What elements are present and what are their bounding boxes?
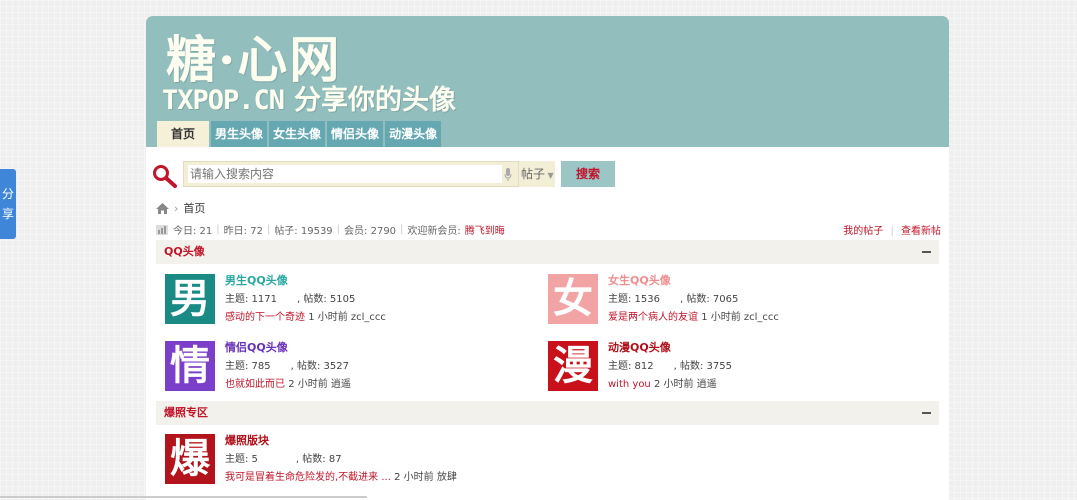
stat-members: 会员: 2790 <box>344 226 397 237</box>
last-post-title[interactable]: 感动的下一个奇迹 <box>225 312 305 323</box>
forum-threads: 主题: 1171 <box>225 294 277 305</box>
nav-item-home[interactable]: 首页 <box>157 121 210 147</box>
breadcrumb-separator-icon: › <box>174 201 179 215</box>
forum-last-post: 爱是两个病人的友谊 1 小时前 zcl_ccc <box>608 308 779 323</box>
search-button[interactable]: 搜索 <box>561 161 615 187</box>
divider: | <box>336 224 341 235</box>
my-posts-link[interactable]: 我的帖子 <box>843 226 883 237</box>
stat-posts: 帖子: 19539 <box>274 226 333 237</box>
chevron-down-icon: ▼ <box>545 171 554 180</box>
stat-today: 今日: 21 <box>173 226 213 237</box>
forum-thumbnail[interactable]: 爆 <box>165 434 215 484</box>
forum-name[interactable]: 动漫QQ头像 <box>608 339 671 355</box>
forum-counts: 主题: 5 , 帖数: 87 <box>225 450 342 465</box>
view-new-link[interactable]: 查看新帖 <box>901 226 941 237</box>
forum-item: 情 情侣QQ头像 主题: 785 , 帖数: 3527 也就如此而已 2 小时前 … <box>165 341 545 393</box>
forum-posts: , 帖数: 5105 <box>297 294 356 305</box>
forum-last-post: with you 2 小时前 逍遥 <box>608 375 717 390</box>
site-header: 糖·心网 TXPOP.CN 分享你的头像 首页 男生头像 女生头像 情侣头像 动漫… <box>146 16 949 147</box>
forum-posts: , 帖数: 87 <box>295 454 342 465</box>
forum-thumbnail[interactable]: 漫 <box>548 341 598 391</box>
last-post-title[interactable]: with you <box>608 379 651 390</box>
section-title[interactable]: 爆照专区 <box>164 406 208 419</box>
forum-thumbnail[interactable]: 女 <box>548 274 598 324</box>
stat-yesterday: 昨日: 72 <box>223 226 263 237</box>
forum-name[interactable]: 女生QQ头像 <box>608 272 671 288</box>
forum-thumbnail[interactable]: 男 <box>165 274 215 324</box>
forum-threads: 主题: 1536 <box>608 294 660 305</box>
search-icon <box>153 165 177 188</box>
forum-counts: 主题: 812 , 帖数: 3755 <box>608 357 732 372</box>
search-bar: 帖子 ▼ 搜索 <box>152 161 615 189</box>
forum-last-post: 感动的下一个奇迹 1 小时前 zcl_ccc <box>225 308 386 323</box>
main-nav: 首页 男生头像 女生头像 情侣头像 动漫头像 <box>157 121 443 147</box>
forum-item: 女 女生QQ头像 主题: 1536 , 帖数: 7065 爱是两个病人的友谊 1 … <box>548 274 928 326</box>
last-post-meta: 2 小时前 放肆 <box>394 472 457 483</box>
logo-tagline: 分享你的头像 <box>294 85 457 116</box>
forum-name[interactable]: 爆照版块 <box>225 432 269 448</box>
forum-posts: , 帖数: 3755 <box>673 361 732 372</box>
last-post-title[interactable]: 我可是冒着生命危险发的,不截进来 ... <box>225 472 391 483</box>
home-icon[interactable] <box>156 202 169 214</box>
stats-links: 我的帖子 | 查看新帖 <box>843 222 941 237</box>
share-label: 享 <box>1 207 14 221</box>
forum-counts: 主题: 1536 , 帖数: 7065 <box>608 290 738 305</box>
last-post-meta: 2 小时前 逍遥 <box>653 379 717 390</box>
forum-thumbnail[interactable]: 情 <box>165 341 215 391</box>
site-tagline: TXPOP.CN 分享你的头像 <box>162 78 456 117</box>
new-member-link[interactable]: 腾飞到晦 <box>465 222 505 237</box>
forum-threads: 主题: 785 <box>225 361 271 372</box>
last-post-meta: 1 小时前 zcl_ccc <box>308 312 386 323</box>
divider: | <box>400 224 404 235</box>
search-box <box>183 161 519 187</box>
section-header: 爆照专区 <box>156 401 939 425</box>
forum-last-post: 也就如此而已 2 小时前 逍遥 <box>225 375 351 390</box>
logo-domain: TXPOP.CN <box>162 85 285 116</box>
nav-item-couples[interactable]: 情侣头像 <box>327 121 384 147</box>
forum-stats: 今日: 21 | 昨日: 72 | 帖子: 19539 | 会员: 2790 |… <box>156 222 941 237</box>
collapse-icon[interactable] <box>922 251 931 253</box>
divider: | <box>890 226 894 237</box>
last-post-meta: 1 小时前 zcl_ccc <box>701 312 779 323</box>
horizontal-scrollbar[interactable] <box>0 496 367 498</box>
forum-counts: 主题: 785 , 帖数: 3527 <box>225 357 349 372</box>
forum-name[interactable]: 情侣QQ头像 <box>225 339 288 355</box>
breadcrumb: › 首页 <box>156 201 205 215</box>
forum-name[interactable]: 男生QQ头像 <box>225 272 288 288</box>
main-panel: 帖子 ▼ 搜索 › 首页 今日: 21 | 昨日: 72 <box>146 147 949 500</box>
collapse-icon[interactable] <box>922 412 931 414</box>
forum-item: 漫 动漫QQ头像 主题: 812 , 帖数: 3755 with you 2 小时… <box>548 341 928 393</box>
nav-item-boys[interactable]: 男生头像 <box>211 121 268 147</box>
last-post-title[interactable]: 爱是两个病人的友谊 <box>608 312 698 323</box>
share-label: 分 <box>1 187 14 201</box>
search-type-value: 帖子 <box>521 167 546 181</box>
share-side-tab[interactable]: 分 享 <box>0 169 16 239</box>
forum-last-post: 我可是冒着生命危险发的,不截进来 ... 2 小时前 放肆 <box>225 468 457 483</box>
forum-posts: , 帖数: 3527 <box>290 361 349 372</box>
section-header: QQ头像 <box>156 240 939 264</box>
forum-item: 爆 爆照版块 主题: 5 , 帖数: 87 我可是冒着生命危险发的,不截进来 ..… <box>165 434 665 486</box>
microphone-icon[interactable] <box>504 168 512 181</box>
last-post-meta: 2 小时前 逍遥 <box>288 379 351 390</box>
section-title[interactable]: QQ头像 <box>164 245 205 258</box>
forum-posts: , 帖数: 7065 <box>680 294 739 305</box>
breadcrumb-current[interactable]: 首页 <box>183 200 205 216</box>
forum-counts: 主题: 1171 , 帖数: 5105 <box>225 290 355 305</box>
divider: | <box>266 224 271 235</box>
divider: | <box>216 224 220 235</box>
last-post-title[interactable]: 也就如此而已 <box>225 379 285 390</box>
forum-threads: 主题: 5 <box>225 454 258 465</box>
nav-item-girls[interactable]: 女生头像 <box>269 121 326 147</box>
page-container: 糖·心网 TXPOP.CN 分享你的头像 首页 男生头像 女生头像 情侣头像 动漫… <box>146 16 949 500</box>
stats-chart-icon <box>156 224 168 235</box>
forum-item: 男 男生QQ头像 主题: 1171 , 帖数: 5105 感动的下一个奇迹 1 小… <box>165 274 545 326</box>
stat-welcome: 欢迎新会员: <box>407 226 461 237</box>
forum-threads: 主题: 812 <box>608 361 654 372</box>
search-input[interactable] <box>188 165 502 183</box>
nav-item-anime[interactable]: 动漫头像 <box>385 121 442 147</box>
search-type-select[interactable]: 帖子 ▼ <box>519 161 555 187</box>
